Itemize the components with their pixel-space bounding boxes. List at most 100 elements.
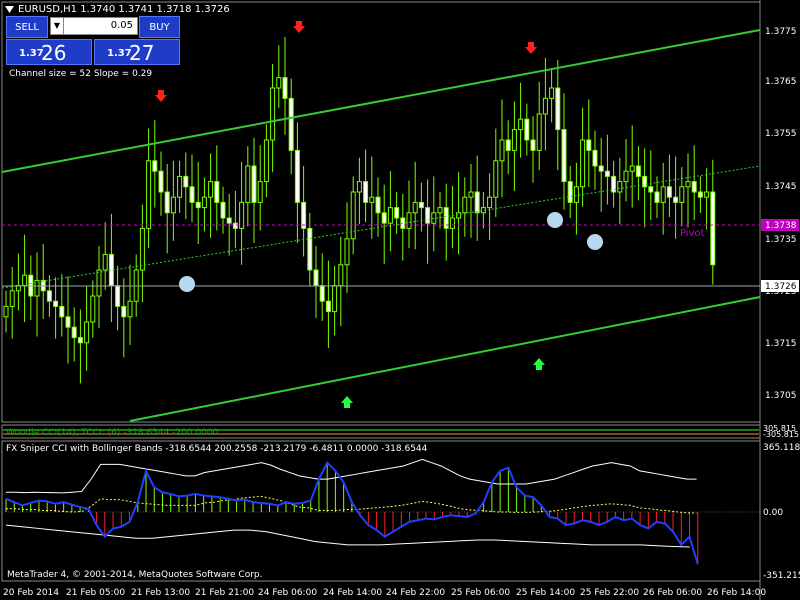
one-click-trading-panel: SELL ▼ 0.05 BUY 1.37 26 1.37 27	[5, 15, 181, 66]
candle-body	[685, 181, 691, 188]
price-tick: 1.3765	[765, 77, 797, 87]
candle-body	[158, 170, 164, 193]
lot-spinner-icon[interactable]: ▼	[51, 18, 64, 34]
candle-body	[567, 181, 573, 203]
candle-body	[437, 207, 443, 214]
candle-body	[3, 305, 9, 318]
pivot-label: Pivot	[680, 228, 705, 239]
candle-body	[115, 285, 121, 307]
candle-body	[617, 181, 623, 193]
channel-info-text: Channel size = 52 Slope = 0.29	[9, 69, 153, 79]
candle-body	[592, 149, 598, 167]
candle-body	[263, 139, 269, 183]
candle-body	[511, 129, 517, 151]
price-tick: 1.3775	[765, 27, 797, 37]
candle-body	[456, 212, 462, 219]
candle-body	[356, 181, 362, 193]
price-tick: 1.3755	[765, 129, 797, 139]
ask-price-pips: 27	[129, 41, 155, 65]
candle-body	[449, 217, 455, 229]
price-tick: 1.3705	[765, 391, 797, 401]
time-tick: 21 Feb 05:00	[66, 588, 125, 598]
candle-body	[121, 305, 127, 318]
candle-body	[294, 149, 300, 203]
price-tick: 1.3745	[765, 182, 797, 192]
candle-body	[313, 269, 319, 287]
candle-body	[635, 165, 641, 177]
candle-body	[77, 337, 83, 344]
lot-size-value[interactable]: 0.05	[111, 20, 133, 31]
candle-body	[623, 170, 629, 183]
candle-body	[536, 113, 542, 151]
indicator2-label: FX Sniper CCI with Bollinger Bands -318.…	[6, 444, 428, 454]
candle-body	[555, 87, 561, 131]
time-tick: 24 Feb 06:00	[258, 588, 317, 598]
candle-body	[53, 300, 59, 307]
candle-body	[251, 165, 257, 203]
candle-body	[84, 321, 90, 344]
ask-price-button[interactable]: 1.37 27	[94, 39, 180, 65]
candle-body	[276, 77, 282, 89]
candle-body	[232, 222, 238, 229]
candle-body	[152, 160, 158, 172]
candle-body	[96, 269, 102, 297]
indicator2-scale-top: 365.1188	[763, 443, 800, 453]
candle-body	[90, 295, 96, 323]
candle-body	[170, 196, 176, 214]
candle-body	[524, 118, 530, 141]
candle-body	[499, 139, 505, 162]
candle-body	[146, 160, 152, 229]
candle-body	[573, 186, 579, 203]
candle-body	[282, 77, 288, 99]
candle-body	[425, 207, 431, 224]
bid-price-pips: 26	[41, 41, 67, 65]
buy-arrow-icon	[341, 396, 353, 408]
indicator1-scale-bottom: -305.815	[763, 430, 799, 439]
candle-body	[9, 290, 15, 307]
chart-title: EURUSD,H1 1.3740 1.3741 1.3718 1.3726	[18, 4, 230, 15]
candle-body	[549, 87, 555, 99]
candle-body	[381, 212, 387, 224]
copyright-text: MetaTrader 4, © 2001-2014, MetaQuotes So…	[7, 570, 263, 580]
candle-body	[561, 129, 567, 183]
time-tick: 26 Feb 06:00	[643, 588, 702, 598]
triangle-down-icon[interactable]	[5, 6, 14, 13]
sell-arrow-icon	[155, 90, 167, 102]
candle-body	[418, 201, 424, 209]
candle-body	[604, 170, 610, 177]
candle-body	[648, 186, 654, 193]
time-tick: 25 Feb 22:00	[580, 588, 639, 598]
time-tick: 24 Feb 22:00	[386, 588, 445, 598]
bid-price-button[interactable]: 1.37 26	[6, 39, 92, 65]
candle-body	[177, 175, 183, 198]
candle-body	[332, 285, 338, 313]
pivot-price-tag-text: 1.3738	[765, 221, 797, 231]
lot-size-field[interactable]: ▼ 0.05	[50, 17, 138, 35]
cci-line	[5, 460, 699, 565]
sell-button[interactable]: SELL	[6, 16, 48, 38]
candle-body	[65, 316, 71, 328]
time-tick: 20 Feb 2014	[3, 588, 59, 598]
time-tick: 21 Feb 21:00	[195, 588, 254, 598]
indicator2-scale-mid: 0.00	[763, 508, 783, 518]
buy-button[interactable]: BUY	[139, 16, 180, 38]
chart-canvas[interactable]: Pivot 1.3775 1.3765 1.3755 1.3745 1.3735…	[0, 0, 800, 600]
candle-body	[164, 191, 170, 214]
candle-body	[102, 253, 108, 271]
channel-lower-line	[129, 296, 761, 422]
candle-body	[704, 191, 710, 198]
candle-body	[629, 165, 635, 172]
candlestick-series	[3, 37, 716, 384]
price-tick: 1.3735	[765, 235, 797, 245]
candle-body	[412, 201, 418, 214]
candle-body	[406, 212, 412, 229]
candle-body	[530, 139, 536, 151]
price-tick: 1.3715	[765, 339, 797, 349]
candle-body	[400, 217, 406, 229]
candle-body	[666, 186, 672, 198]
candle-body	[493, 160, 499, 198]
candle-body	[59, 305, 65, 318]
indicator2-scale-bottom: -351.2151	[763, 571, 800, 581]
candle-body	[208, 181, 214, 198]
ask-price-prefix: 1.37	[107, 48, 132, 59]
